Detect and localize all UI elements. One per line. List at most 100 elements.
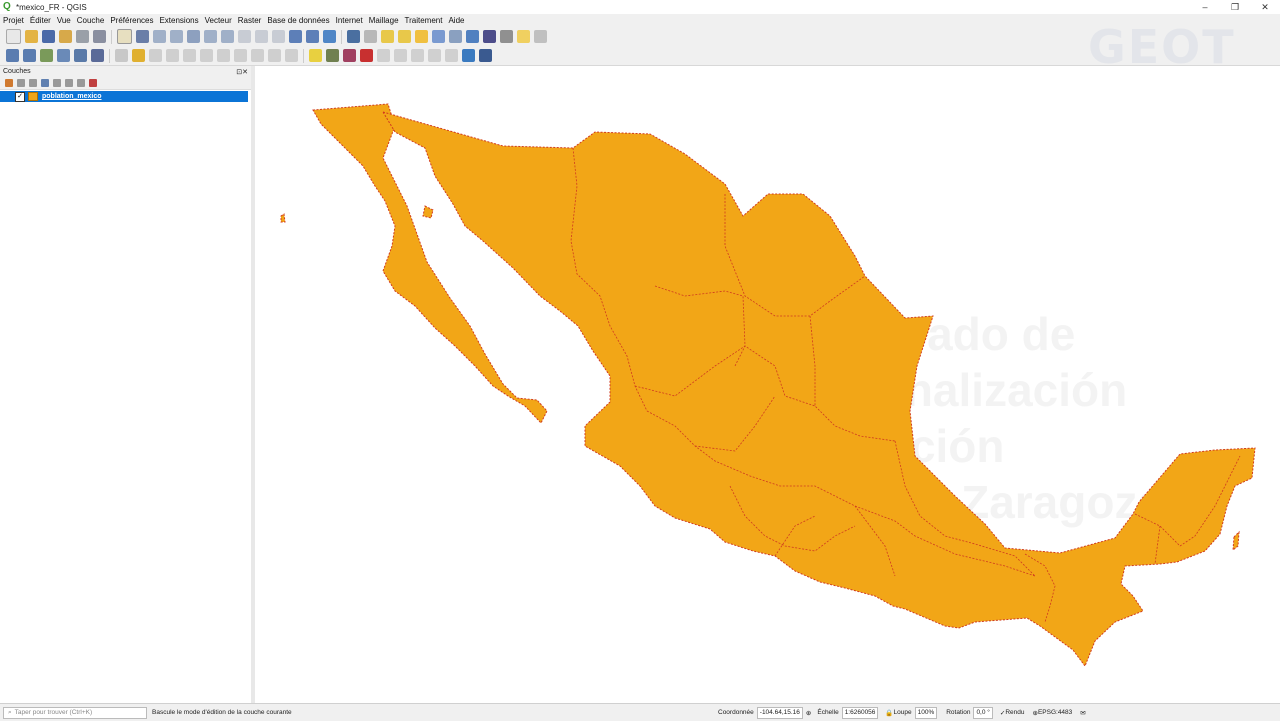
toggle-editing-pencil-icon[interactable]	[132, 49, 145, 62]
diagram-icon[interactable]	[428, 49, 441, 62]
menu-couche[interactable]: Couche	[74, 14, 108, 27]
zoom-next-icon[interactable]	[272, 30, 285, 43]
map-tips-icon[interactable]	[517, 30, 530, 43]
add-vector-layer-icon[interactable]	[40, 49, 53, 62]
layer-visibility-checkbox[interactable]: ✓	[15, 91, 25, 102]
statistics-sigma-icon[interactable]	[483, 30, 496, 43]
save-edits-icon[interactable]	[149, 49, 162, 62]
redo-icon[interactable]	[285, 49, 298, 62]
menu-maillage[interactable]: Maillage	[366, 14, 402, 27]
minimize-button[interactable]: –	[1190, 0, 1220, 14]
add-raster-layer-icon[interactable]	[57, 49, 70, 62]
zoom-native-icon[interactable]	[238, 30, 251, 43]
coordinate-field[interactable]: -104.64,15.16	[756, 706, 803, 719]
menu-aide[interactable]: Aide	[445, 14, 467, 27]
copy-features-icon[interactable]	[234, 49, 247, 62]
vertex-tool-icon[interactable]	[183, 49, 196, 62]
menu-preferences[interactable]: Préférences	[107, 14, 156, 27]
move-label-icon[interactable]	[377, 49, 390, 62]
text-annotation-icon[interactable]	[534, 30, 547, 43]
bookmark-icon[interactable]	[306, 30, 319, 43]
menu-vue[interactable]: Vue	[54, 14, 74, 27]
menu-vecteur[interactable]: Vecteur	[202, 14, 235, 27]
style-manager-icon[interactable]	[93, 30, 106, 43]
paste-features-icon[interactable]	[251, 49, 264, 62]
menu-base-de-donnees[interactable]: Base de données	[264, 14, 332, 27]
crs-label[interactable]: EPSG:4483	[1038, 709, 1072, 716]
add-group-icon[interactable]	[17, 79, 25, 87]
rotate-label-icon[interactable]	[394, 49, 407, 62]
delete-selected-icon[interactable]	[200, 49, 213, 62]
zoom-layer-icon[interactable]	[221, 30, 234, 43]
new-map-view-icon[interactable]	[289, 30, 302, 43]
menu-raster[interactable]: Raster	[235, 14, 265, 27]
close-button[interactable]: ✕	[1250, 0, 1280, 14]
collapse-all-icon[interactable]	[77, 79, 85, 87]
select-by-value-icon[interactable]	[398, 30, 411, 43]
save-project-icon[interactable]	[42, 30, 55, 43]
data-source-manager-icon[interactable]	[6, 49, 19, 62]
python-console-icon[interactable]	[462, 49, 475, 62]
restore-button[interactable]: ❐	[1220, 0, 1250, 14]
deselect-icon[interactable]	[415, 30, 428, 43]
magnifier-field[interactable]: 100%	[914, 706, 938, 719]
measure-icon[interactable]	[500, 30, 513, 43]
expand-all-icon[interactable]	[65, 79, 73, 87]
add-feature-icon[interactable]	[166, 49, 179, 62]
pin-labels-icon[interactable]	[326, 49, 339, 62]
add-database-layer-icon[interactable]	[74, 49, 87, 62]
save-as-icon[interactable]	[59, 30, 72, 43]
open-project-icon[interactable]	[25, 30, 38, 43]
layer-style-icon[interactable]	[5, 79, 13, 87]
messages-icon[interactable]: ✉	[1080, 709, 1085, 717]
cut-features-icon[interactable]	[217, 49, 230, 62]
undo-icon[interactable]	[268, 49, 281, 62]
menu-editer[interactable]: Éditer	[27, 14, 54, 27]
scale-field[interactable]: 1:6260056	[841, 706, 879, 719]
pan-to-selection-icon[interactable]	[136, 30, 149, 43]
label-tool-icon[interactable]	[309, 49, 322, 62]
mexico-map[interactable]	[255, 66, 1280, 703]
field-calculator-icon[interactable]	[449, 30, 462, 43]
new-layer-icon[interactable]	[23, 49, 36, 62]
actions-icon[interactable]	[364, 30, 377, 43]
lock-scale-icon[interactable]: 🔒	[885, 709, 893, 717]
menu-traitement[interactable]: Traitement	[402, 14, 446, 27]
label-abc-icon[interactable]	[360, 49, 373, 62]
add-wms-layer-icon[interactable]	[91, 49, 104, 62]
plugin-icon[interactable]	[479, 49, 492, 62]
refresh-icon[interactable]	[323, 30, 336, 43]
label-rule-icon[interactable]	[445, 49, 458, 62]
processing-toolbox-icon[interactable]	[466, 30, 479, 43]
rotation-field[interactable]: 0,0 °	[973, 706, 993, 719]
zoom-selection-icon[interactable]	[204, 30, 217, 43]
print-layout-icon[interactable]	[76, 30, 89, 43]
locator-search-input[interactable]: ⌕ Taper pour trouver (Ctrl+K)	[3, 706, 147, 719]
remove-layer-icon[interactable]	[89, 79, 97, 87]
layer-row-poblation-mexico[interactable]: ✓ poblation_mexico	[0, 91, 248, 102]
map-canvas[interactable]: Vicerrectorado deInternacionalizacióny C…	[255, 66, 1280, 703]
mexico-mainland-polygon	[381, 111, 1256, 668]
attribute-table-icon[interactable]	[432, 30, 445, 43]
show-labels-icon[interactable]	[343, 49, 356, 62]
new-project-icon[interactable]	[6, 29, 21, 44]
pan-hand-icon[interactable]	[117, 29, 132, 44]
change-label-icon[interactable]	[411, 49, 424, 62]
zoom-full-icon[interactable]	[187, 30, 200, 43]
zoom-in-icon[interactable]	[153, 30, 166, 43]
current-edits-icon[interactable]	[115, 49, 128, 62]
select-features-icon[interactable]	[381, 30, 394, 43]
manage-themes-icon[interactable]	[29, 79, 37, 87]
zoom-last-icon[interactable]	[255, 30, 268, 43]
island-guadalupe	[280, 213, 286, 223]
filter-legend-icon[interactable]	[41, 79, 49, 87]
menu-projet[interactable]: Projet	[0, 14, 27, 27]
panel-float-close-icon[interactable]: ⊡✕	[236, 68, 248, 76]
zoom-out-icon[interactable]	[170, 30, 183, 43]
coordinate-toggle-icon[interactable]: ⊕	[806, 709, 811, 717]
identify-icon[interactable]	[347, 30, 360, 43]
filter-expression-icon[interactable]	[53, 79, 61, 87]
layers-panel-toolbar	[0, 77, 251, 90]
menu-extensions[interactable]: Extensions	[156, 14, 201, 27]
menu-internet[interactable]: Internet	[333, 14, 366, 27]
